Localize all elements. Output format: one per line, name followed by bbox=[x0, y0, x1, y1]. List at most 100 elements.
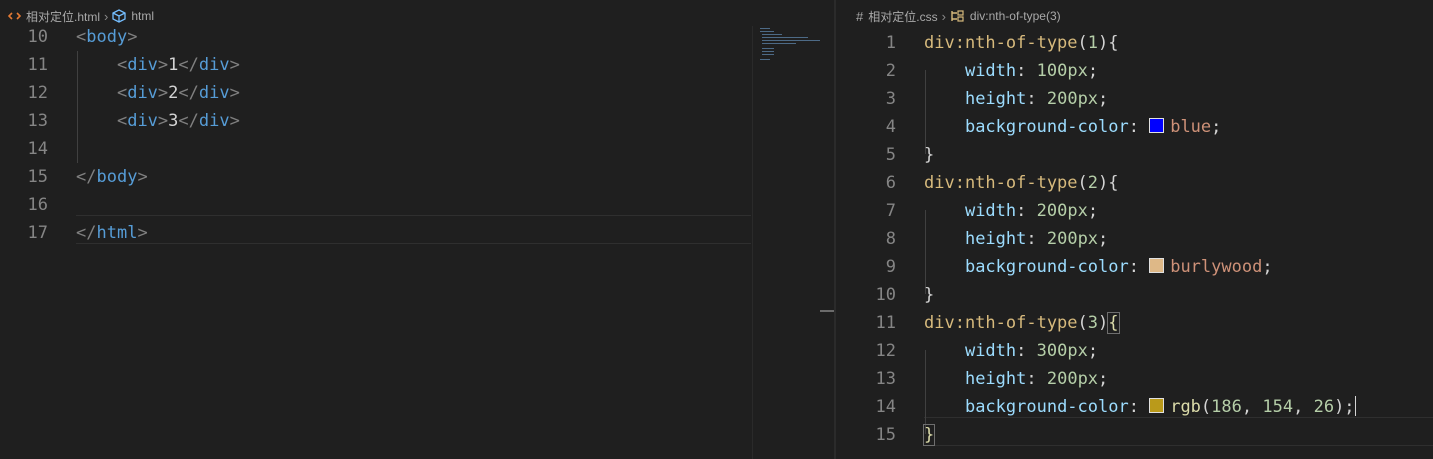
breadcrumb-symbol[interactable]: html bbox=[112, 9, 154, 23]
code-line[interactable]: 12 width: 300px; bbox=[836, 337, 1433, 365]
code-token: </ bbox=[178, 55, 199, 75]
breadcrumb-file[interactable]: 相对定位.html bbox=[8, 8, 100, 25]
color-swatch[interactable] bbox=[1149, 118, 1165, 133]
code-line[interactable]: 8 height: 200px; bbox=[836, 225, 1433, 253]
line-number: 13 bbox=[27, 111, 48, 131]
code-token: , bbox=[1293, 397, 1314, 417]
breadcrumb-symbol-label: html bbox=[131, 9, 155, 23]
breadcrumb-separator: › bbox=[104, 8, 109, 24]
breadcrumb-symbol[interactable]: div:nth-of-type(3) bbox=[950, 9, 1061, 23]
code-token: : bbox=[1128, 397, 1150, 417]
code-token: > bbox=[157, 83, 169, 103]
code-line[interactable]: 16 bbox=[0, 191, 752, 219]
code-token: : bbox=[1016, 341, 1037, 361]
code-token: </ bbox=[76, 223, 97, 243]
line-number: 12 bbox=[27, 83, 48, 103]
code-token: 2 bbox=[168, 83, 179, 103]
css-editor-pane[interactable]: # 相对定位.css › div:nth-of-type(3) 1 div:nth… bbox=[836, 0, 1433, 459]
code-token: div bbox=[198, 111, 230, 131]
line-number: 5 bbox=[885, 145, 896, 165]
code-line[interactable]: 13 <div>3</div> bbox=[0, 107, 752, 135]
code-token: ; bbox=[1098, 229, 1109, 249]
breadcrumb-file[interactable]: # 相对定位.css bbox=[856, 8, 938, 25]
line-number: 6 bbox=[885, 173, 896, 193]
html-editor-pane[interactable]: 相对定位.html › html 10 <body> 11 <div>1</div>… bbox=[0, 0, 834, 459]
line-code: <div>1</div> bbox=[76, 51, 240, 79]
code-token: > bbox=[229, 111, 240, 131]
code-line[interactable]: 14 background-color: rgb(186, 154, 26); bbox=[836, 393, 1433, 421]
color-swatch[interactable] bbox=[1149, 258, 1165, 273]
code-token: : bbox=[1128, 117, 1150, 137]
code-line[interactable]: 10} bbox=[836, 281, 1433, 309]
code-token: div:nth-of-type bbox=[924, 173, 1078, 193]
line-code: background-color: blue; bbox=[924, 113, 1221, 141]
code-token: ; bbox=[1087, 61, 1099, 81]
code-token: 1 bbox=[1087, 33, 1099, 53]
code-token: 200px bbox=[1046, 89, 1099, 109]
line-number: 9 bbox=[885, 257, 896, 277]
code-line[interactable]: 10 <body> bbox=[0, 23, 752, 51]
line-code: <body> bbox=[76, 23, 137, 51]
code-line[interactable]: 5} bbox=[836, 141, 1433, 169]
code-line[interactable]: 3 height: 200px; bbox=[836, 85, 1433, 113]
code-token: div bbox=[198, 83, 230, 103]
code-token: 2 bbox=[1087, 173, 1099, 193]
code-line[interactable]: 2 width: 100px; bbox=[836, 57, 1433, 85]
code-line[interactable]: 7 width: 200px; bbox=[836, 197, 1433, 225]
line-number: 14 bbox=[875, 397, 896, 417]
code-token: : bbox=[1016, 201, 1037, 221]
code-token: rgb bbox=[1170, 397, 1201, 417]
scrollbar-position-indicator[interactable] bbox=[820, 310, 834, 312]
code-token: div bbox=[127, 111, 158, 131]
code-line[interactable]: 11 div:nth-of-type(3){ bbox=[836, 309, 1433, 337]
code-line[interactable]: 14 bbox=[0, 135, 752, 163]
code-line[interactable]: 9 background-color: burlywood; bbox=[836, 253, 1433, 281]
breadcrumb-file-label: 相对定位.html bbox=[26, 9, 101, 24]
line-number: 3 bbox=[885, 89, 896, 109]
line-number: 10 bbox=[875, 285, 896, 305]
code-token: ); bbox=[1334, 397, 1355, 417]
breadcrumb-separator: › bbox=[941, 8, 946, 24]
code-line[interactable]: 11 <div>1</div> bbox=[0, 51, 752, 79]
code-token: body bbox=[96, 167, 138, 187]
line-number: 14 bbox=[27, 139, 48, 159]
code-token: { bbox=[1108, 33, 1119, 53]
code-token: > bbox=[137, 223, 148, 243]
code-token: } bbox=[924, 285, 935, 305]
code-line[interactable]: 15} bbox=[836, 421, 1433, 449]
color-swatch[interactable] bbox=[1149, 398, 1165, 413]
html-file-icon bbox=[8, 10, 21, 22]
code-line[interactable]: 13 height: 200px; bbox=[836, 365, 1433, 393]
line-number: 11 bbox=[27, 55, 48, 75]
code-token: 3 bbox=[1087, 313, 1099, 333]
code-line[interactable]: 12 <div>2</div> bbox=[0, 79, 752, 107]
code-token: </ bbox=[178, 83, 199, 103]
minimap[interactable] bbox=[756, 26, 822, 66]
html-code-area[interactable]: 10 <body> 11 <div>1</div> 12 <div>2</div> 13… bbox=[0, 24, 834, 459]
css-code-area[interactable]: 1 div:nth-of-type(1){2 width: 100px; 3 hei… bbox=[836, 24, 1433, 459]
line-code: </body> bbox=[76, 163, 148, 191]
code-token: 3 bbox=[168, 111, 179, 131]
code-line[interactable]: 17 </html> bbox=[0, 219, 752, 247]
line-code: div:nth-of-type(2){ bbox=[924, 169, 1119, 197]
line-code: div:nth-of-type(3){ bbox=[924, 309, 1120, 337]
code-token: </ bbox=[178, 111, 199, 131]
code-line[interactable]: 1 div:nth-of-type(1){ bbox=[836, 29, 1433, 57]
code-line[interactable]: 15 </body> bbox=[0, 163, 752, 191]
line-code: background-color: rgb(186, 154, 26); bbox=[924, 393, 1356, 421]
line-code: height: 200px; bbox=[924, 225, 1108, 253]
vertical-scrollbar-track[interactable] bbox=[752, 26, 753, 459]
code-line[interactable]: 4 background-color: blue; bbox=[836, 113, 1433, 141]
line-code: </html> bbox=[76, 219, 148, 247]
line-code: width: 200px; bbox=[924, 197, 1098, 225]
line-code: width: 100px; bbox=[924, 57, 1098, 85]
line-code: height: 200px; bbox=[924, 365, 1108, 393]
code-line[interactable]: 6 div:nth-of-type(2){ bbox=[836, 169, 1433, 197]
matched-bracket: { bbox=[1107, 312, 1120, 334]
